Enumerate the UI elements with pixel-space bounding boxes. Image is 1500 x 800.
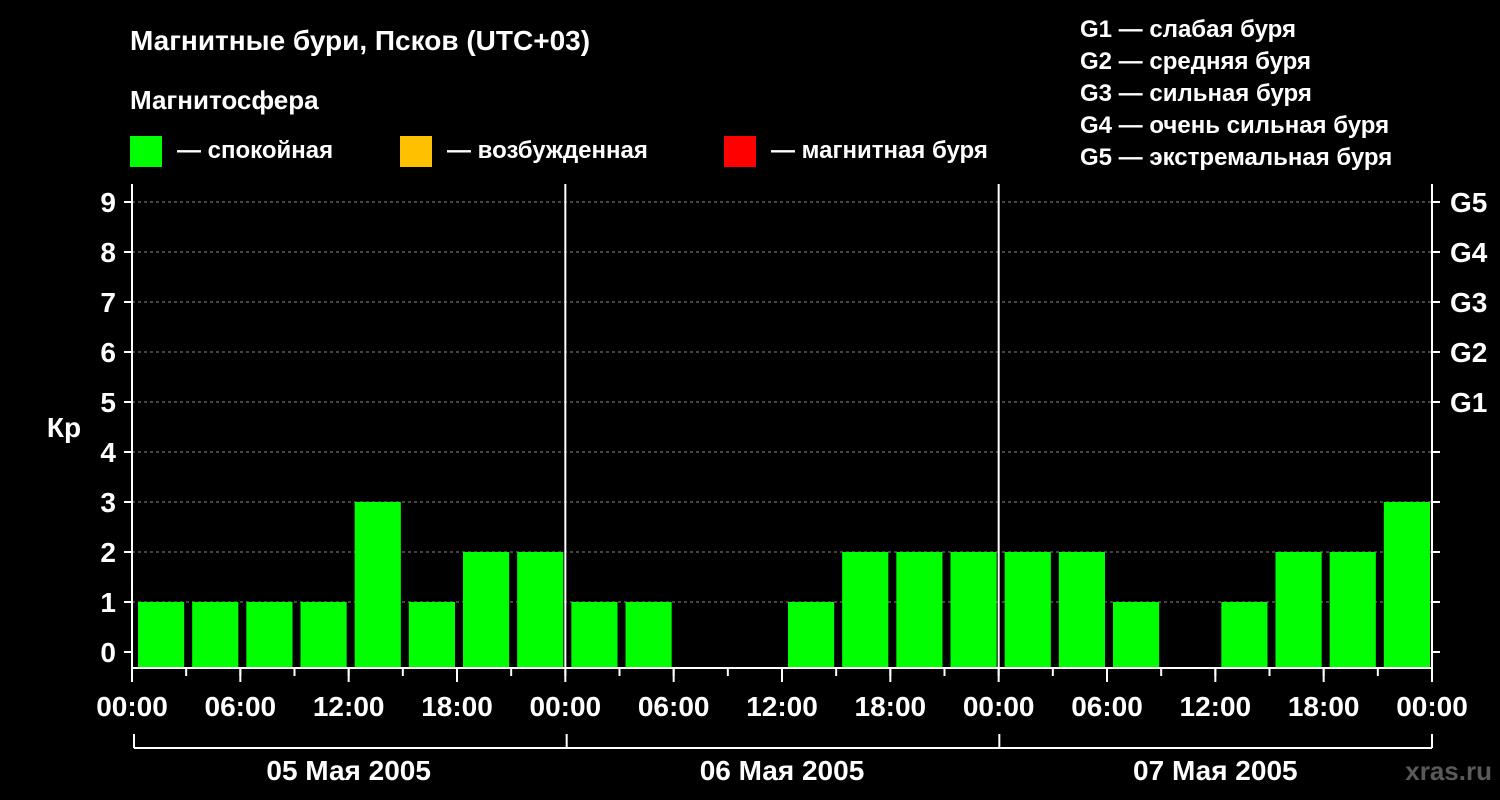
x-tick-label: 00:00 (530, 691, 602, 722)
right-tick-label: G2 (1450, 337, 1487, 368)
y-tick-label: 0 (100, 637, 116, 668)
bar (1221, 602, 1268, 668)
bar (788, 602, 835, 668)
bar (625, 602, 672, 668)
y-tick-label: 7 (100, 287, 116, 318)
y-tick-label: 5 (100, 387, 116, 418)
g-scale-item-g1: G1 — слабая буря (1080, 16, 1296, 43)
right-tick-label: G1 (1450, 387, 1487, 418)
bar (138, 602, 185, 668)
bar (1383, 502, 1430, 668)
day-label: 05 Мая 2005 (266, 755, 431, 786)
x-tick-label: 12:00 (1180, 691, 1252, 722)
right-tick-label: G4 (1450, 237, 1488, 268)
bar (300, 602, 347, 668)
x-tick-label: 12:00 (746, 691, 818, 722)
x-tick-label: 00:00 (96, 691, 168, 722)
y-tick-label: 2 (100, 537, 116, 568)
g-scale-item-g3: G3 — сильная буря (1080, 80, 1312, 107)
y-tick-label: 4 (100, 437, 116, 468)
bar (192, 602, 239, 668)
y-tick-label: 8 (100, 237, 116, 268)
g-scale-item-g5: G5 — экстремальная буря (1080, 144, 1392, 171)
bar (354, 502, 401, 668)
legend-label-excited: — возбужденная (447, 137, 648, 164)
bar (1329, 552, 1376, 668)
x-tick-label: 18:00 (855, 691, 927, 722)
y-tick-label: 1 (100, 587, 116, 618)
bar (896, 552, 943, 668)
bar (1113, 602, 1160, 668)
legend: — спокойная — возбужденная — магнитная б… (130, 136, 988, 167)
chart-subtitle: Магнитосфера (130, 85, 319, 115)
x-tick-label: 06:00 (1071, 691, 1143, 722)
chart-title: Магнитные бури, Псков (UTC+03) (130, 25, 590, 56)
x-tick-label: 00:00 (963, 691, 1035, 722)
bar (842, 552, 889, 668)
x-tick-label: 18:00 (1288, 691, 1360, 722)
bar (517, 552, 564, 668)
g-scale-item-g4: G4 — очень сильная буря (1080, 112, 1389, 139)
right-tick-label: G3 (1450, 287, 1487, 318)
watermark: xras.ru (1405, 756, 1492, 786)
kp-chart: Магнитные бури, Псков (UTC+03) Магнитосф… (47, 16, 1492, 786)
bar (950, 552, 997, 668)
legend-label-calm: — спокойная (177, 137, 333, 164)
bar (463, 552, 510, 668)
bar (1275, 552, 1322, 668)
g-scale-legend: G1 — слабая буря G2 — средняя буря G3 — … (1080, 16, 1392, 171)
x-tick-label: 00:00 (1396, 691, 1468, 722)
legend-label-storm: — магнитная буря (771, 137, 988, 164)
plot-area: 0 1 2 3 4 5 6 7 8 9 G1 G2 G3 G4 G5 00:00 06:00 12:00 18:00… (96, 184, 1488, 786)
g-scale-item-g2: G2 — средняя буря (1080, 48, 1311, 75)
y-axis-label: Кр (47, 412, 81, 443)
bar (571, 602, 618, 668)
x-tick-label: 12:00 (313, 691, 385, 722)
bar (1058, 552, 1105, 668)
y-tick-label: 9 (100, 187, 116, 218)
day-label: 07 Мая 2005 (1133, 755, 1298, 786)
bar (1004, 552, 1051, 668)
legend-swatch-calm (130, 136, 162, 167)
x-tick-label: 06:00 (205, 691, 277, 722)
right-tick-label: G5 (1450, 187, 1487, 218)
y-tick-label: 3 (100, 487, 116, 518)
x-tick-label: 18:00 (421, 691, 493, 722)
day-label: 06 Мая 2005 (700, 755, 865, 786)
y-tick-label: 6 (100, 337, 116, 368)
legend-swatch-excited (400, 136, 432, 167)
legend-swatch-storm (724, 136, 756, 167)
bar (408, 602, 455, 668)
bar (246, 602, 293, 668)
x-tick-label: 06:00 (638, 691, 710, 722)
